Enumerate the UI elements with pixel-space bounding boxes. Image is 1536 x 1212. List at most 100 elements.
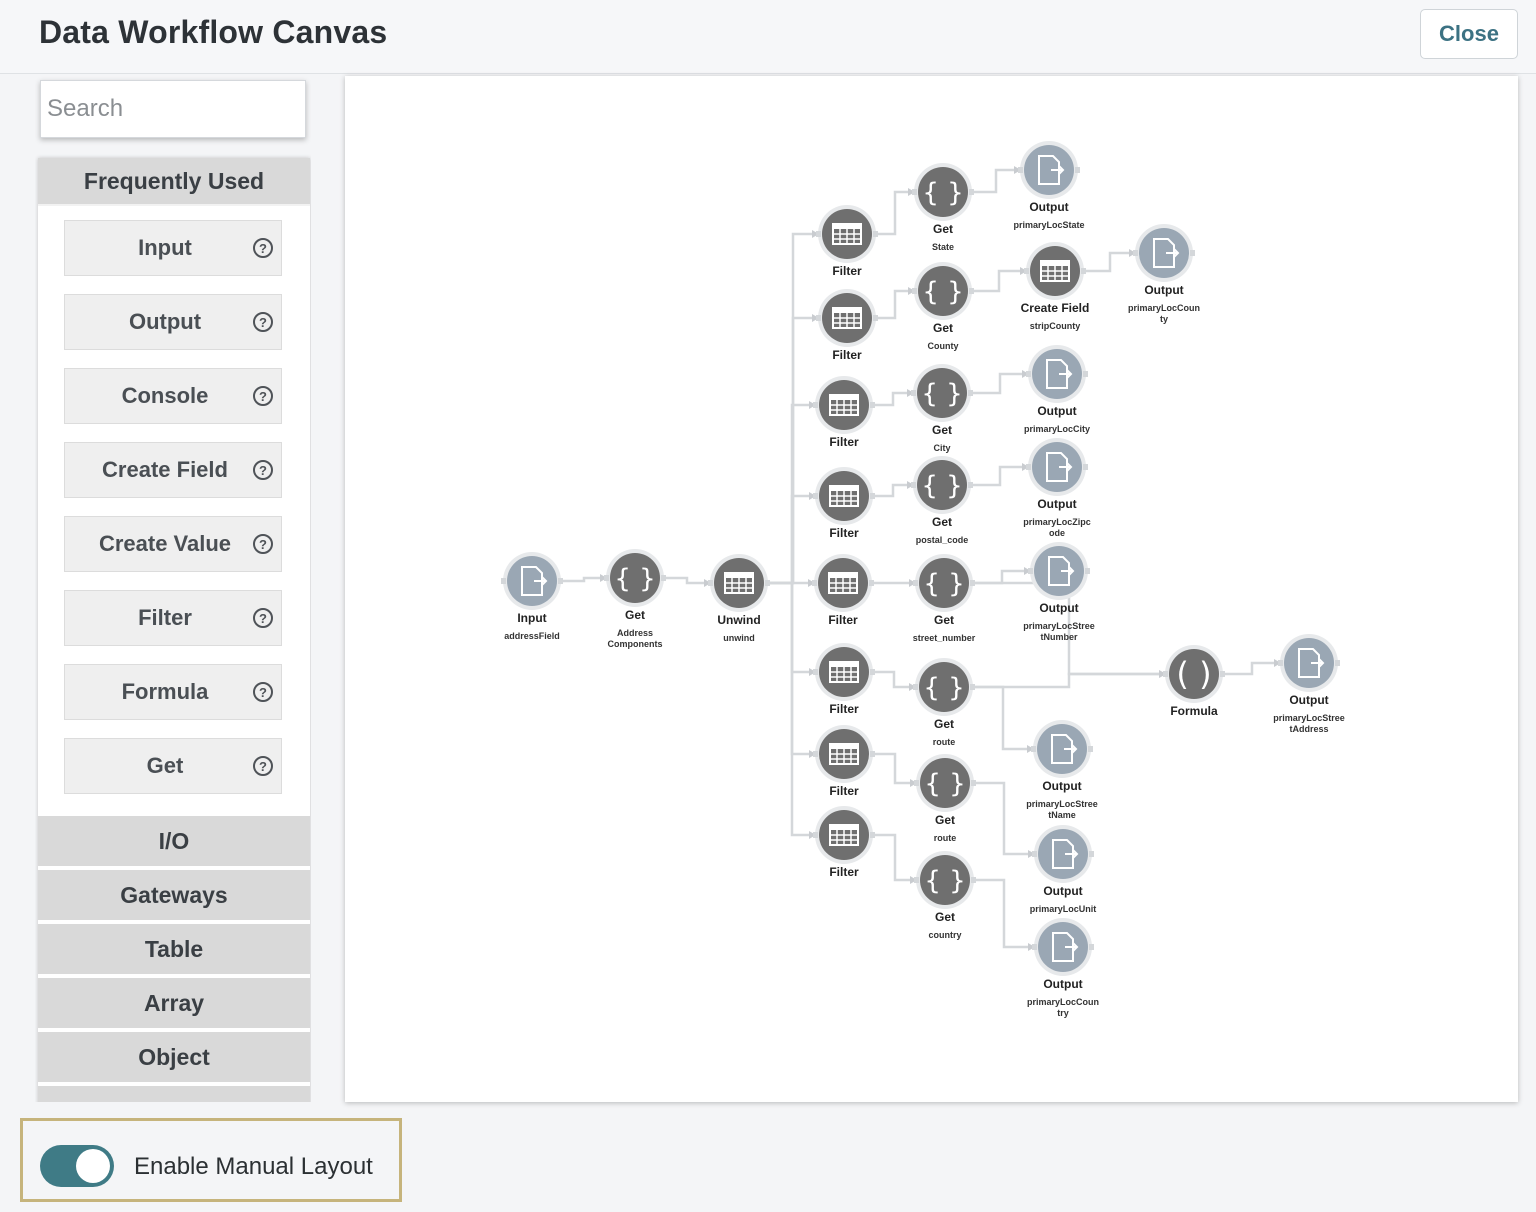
node-port-out[interactable] — [971, 780, 976, 786]
category-gateways[interactable]: Gateways — [38, 870, 310, 920]
workflow-node-g1[interactable]: { } Get State — [912, 163, 974, 252]
category-array[interactable]: Array — [38, 978, 310, 1028]
node-port-in[interactable] — [813, 402, 818, 408]
workflow-node-o_city[interactable]: Output primaryLocCity — [1024, 345, 1090, 434]
node-port-in[interactable] — [911, 482, 916, 488]
node-port-out[interactable] — [870, 832, 875, 838]
node-port-out[interactable] — [870, 751, 875, 757]
workflow-node-f8[interactable]: Filter — [813, 806, 875, 879]
node-port-in[interactable] — [1032, 944, 1037, 950]
node-port-out[interactable] — [765, 580, 770, 586]
node-port-in[interactable] — [911, 390, 916, 396]
workflow-node-n_get_addr[interactable]: { } Get AddressComponents — [604, 549, 666, 649]
workflow-node-g3[interactable]: { } Get City — [911, 364, 973, 453]
workflow-node-g2[interactable]: { } Get County — [912, 262, 974, 351]
workflow-node-o_zip[interactable]: Output primaryLocZipcode — [1023, 438, 1091, 538]
node-port-in[interactable] — [813, 493, 818, 499]
palette-item-get[interactable]: Get? — [64, 738, 282, 794]
category-object[interactable]: Object — [38, 1032, 310, 1082]
node-port-in[interactable] — [501, 578, 506, 584]
workflow-node-o_stnum[interactable]: Output primaryLocStreetNumber — [1023, 542, 1095, 642]
workflow-node-n_input[interactable]: Input addressField — [501, 552, 563, 641]
workflow-node-o_country[interactable]: Output primaryLocCountry — [1027, 918, 1099, 1018]
workflow-node-o_stname[interactable]: Output primaryLocStreetName — [1026, 720, 1098, 820]
workflow-node-f5[interactable]: Filter — [812, 554, 874, 627]
node-port-out[interactable] — [971, 877, 976, 883]
workflow-node-f2[interactable]: Filter — [816, 289, 878, 362]
node-port-out[interactable] — [661, 575, 666, 581]
node-port-out[interactable] — [969, 189, 974, 195]
node-port-out[interactable] — [1075, 167, 1080, 173]
workflow-node-g6[interactable]: { } Get route — [913, 658, 975, 747]
category-more[interactable] — [38, 1086, 310, 1102]
workflow-node-o_county[interactable]: Output primaryLocCounty — [1128, 224, 1200, 324]
help-icon[interactable]: ? — [253, 238, 273, 258]
help-icon[interactable]: ? — [253, 386, 273, 406]
node-port-in[interactable] — [1133, 250, 1138, 256]
node-port-out[interactable] — [968, 482, 973, 488]
palette-item-formula[interactable]: Formula? — [64, 664, 282, 720]
node-port-out[interactable] — [969, 288, 974, 294]
node-port-out[interactable] — [1190, 250, 1195, 256]
workflow-node-g5[interactable]: { } Get street_number — [913, 554, 976, 643]
node-port-in[interactable] — [1028, 568, 1033, 574]
node-port-in[interactable] — [1031, 746, 1036, 752]
node-port-out[interactable] — [1085, 568, 1090, 574]
help-icon[interactable]: ? — [253, 312, 273, 332]
node-port-in[interactable] — [913, 580, 918, 586]
category-table[interactable]: Table — [38, 924, 310, 974]
node-port-out[interactable] — [1083, 464, 1088, 470]
node-port-out[interactable] — [1335, 660, 1340, 666]
workflow-node-o_unit[interactable]: Output primaryLocUnit — [1030, 825, 1097, 914]
node-port-in[interactable] — [1024, 268, 1029, 274]
node-port-in[interactable] — [1163, 671, 1168, 677]
node-port-out[interactable] — [873, 231, 878, 237]
workflow-node-f7[interactable]: Filter — [813, 725, 875, 798]
node-port-out[interactable] — [873, 315, 878, 321]
help-icon[interactable]: ? — [253, 460, 273, 480]
node-port-out[interactable] — [1220, 671, 1225, 677]
palette-item-filter[interactable]: Filter? — [64, 590, 282, 646]
search-input[interactable] — [40, 80, 306, 138]
node-port-out[interactable] — [870, 669, 875, 675]
node-port-in[interactable] — [816, 231, 821, 237]
palette-item-output[interactable]: Output? — [64, 294, 282, 350]
node-port-out[interactable] — [558, 578, 563, 584]
node-port-out[interactable] — [1081, 268, 1086, 274]
palette-item-input[interactable]: Input? — [64, 220, 282, 276]
node-port-in[interactable] — [1026, 371, 1031, 377]
node-port-in[interactable] — [1026, 464, 1031, 470]
palette-item-create-value[interactable]: Create Value? — [64, 516, 282, 572]
help-icon[interactable]: ? — [253, 608, 273, 628]
workflow-node-g7[interactable]: { } Get route — [914, 754, 976, 843]
workflow-node-o_state[interactable]: Output primaryLocState — [1013, 141, 1085, 230]
workflow-node-n_unwind[interactable]: Unwind unwind — [708, 554, 770, 643]
node-port-out[interactable] — [1083, 371, 1088, 377]
node-port-in[interactable] — [913, 684, 918, 690]
node-port-in[interactable] — [1018, 167, 1023, 173]
node-port-in[interactable] — [1032, 851, 1037, 857]
node-port-out[interactable] — [1089, 944, 1094, 950]
node-port-in[interactable] — [912, 288, 917, 294]
help-icon[interactable]: ? — [253, 534, 273, 554]
workflow-node-f4[interactable]: Filter — [813, 467, 875, 540]
node-port-in[interactable] — [812, 580, 817, 586]
node-port-in[interactable] — [912, 189, 917, 195]
node-port-in[interactable] — [708, 580, 713, 586]
manual-layout-toggle[interactable] — [40, 1145, 114, 1187]
node-port-out[interactable] — [968, 390, 973, 396]
node-port-in[interactable] — [1278, 660, 1283, 666]
node-port-in[interactable] — [813, 669, 818, 675]
workflow-node-f3[interactable]: Filter — [813, 376, 875, 449]
node-port-out[interactable] — [870, 493, 875, 499]
palette-item-create-field[interactable]: Create Field? — [64, 442, 282, 498]
node-port-out[interactable] — [970, 684, 975, 690]
category-io[interactable]: I/O — [38, 816, 310, 866]
node-port-in[interactable] — [813, 751, 818, 757]
node-port-out[interactable] — [970, 580, 975, 586]
workflow-canvas[interactable]: Input addressField { } Get Address Components… — [345, 76, 1518, 1102]
node-port-in[interactable] — [813, 832, 818, 838]
close-button[interactable]: Close — [1420, 9, 1518, 59]
node-port-out[interactable] — [869, 580, 874, 586]
workflow-node-cf[interactable]: Create Field stripCounty — [1021, 242, 1090, 331]
